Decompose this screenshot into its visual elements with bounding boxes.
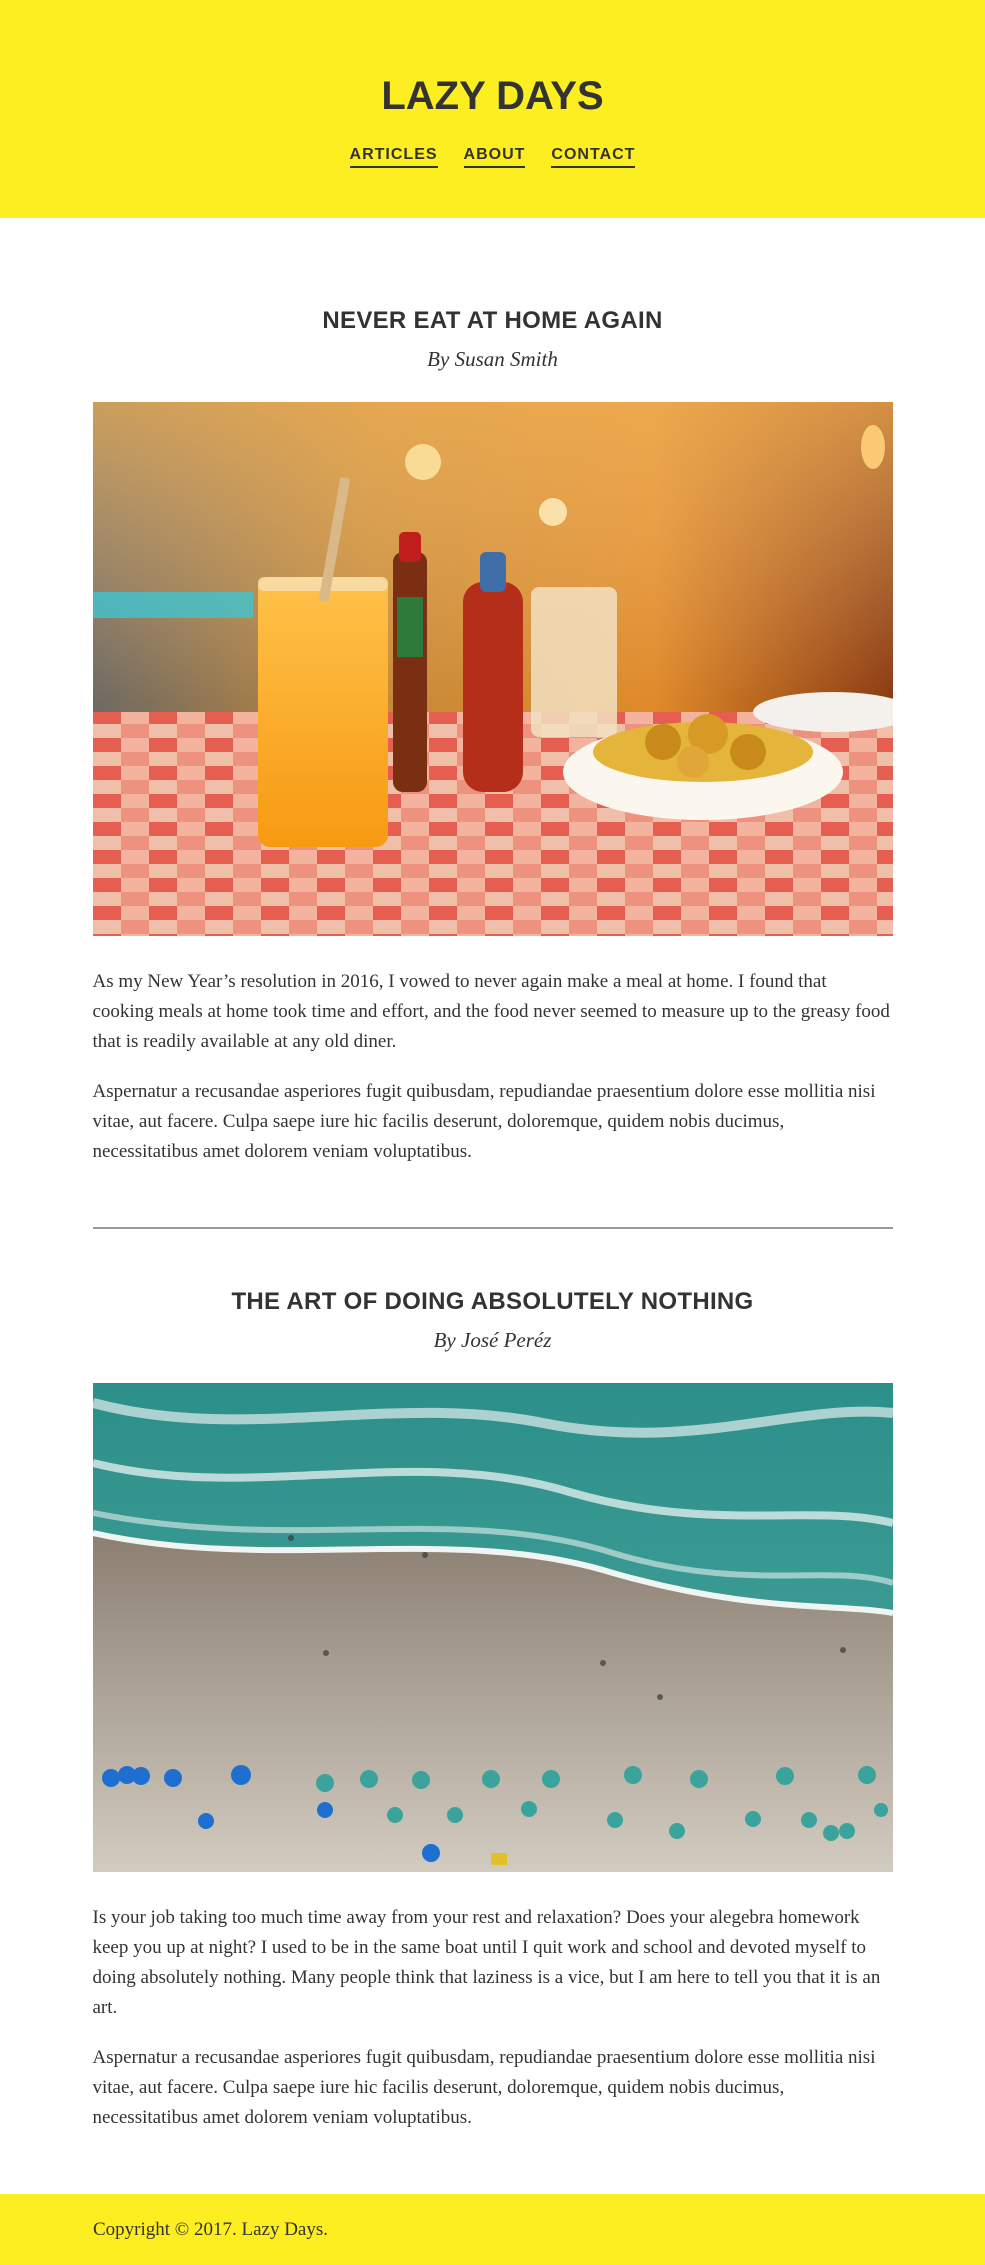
article-paragraph: Aspernatur a recusandae asperiores fugit…: [92, 2047, 876, 2128]
site-title: LAZY DAYS: [381, 74, 604, 118]
article-byline: By Susan Smith: [427, 347, 558, 371]
article-paragraph: Is your job taking too much time away fr…: [92, 1907, 881, 2018]
main-nav: ARTICLES ABOUT CONTACT: [0, 146, 985, 168]
article-title: NEVER EAT AT HOME AGAIN: [322, 307, 663, 334]
aerial-beach-photo: [92, 1383, 893, 1872]
main-content: NEVER EAT AT HOME AGAIN By Susan Smith A…: [92, 218, 893, 2133]
article-paragraph: As my New Year’s resolution in 2016, I v…: [92, 971, 890, 1052]
article: NEVER EAT AT HOME AGAIN By Susan Smith A…: [92, 218, 893, 1167]
site-header: LAZY DAYS ARTICLES ABOUT CONTACT: [0, 0, 985, 218]
copyright-text: Copyright © 2017. Lazy Days.: [93, 2218, 329, 2240]
site-footer: Copyright © 2017. Lazy Days.: [0, 2194, 985, 2265]
article-title: THE ART OF DOING ABSOLUTELY NOTHING: [231, 1288, 754, 1315]
nav-about-link[interactable]: ABOUT: [463, 146, 526, 168]
nav-contact-link[interactable]: CONTACT: [551, 146, 636, 168]
article-byline: By José Peréz: [433, 1328, 552, 1352]
article: THE ART OF DOING ABSOLUTELY NOTHING By J…: [92, 1229, 893, 2133]
nav-articles-link[interactable]: ARTICLES: [349, 146, 438, 168]
diner-table-photo: [92, 402, 893, 936]
article-paragraph: Aspernatur a recusandae asperiores fugit…: [92, 1081, 876, 1162]
